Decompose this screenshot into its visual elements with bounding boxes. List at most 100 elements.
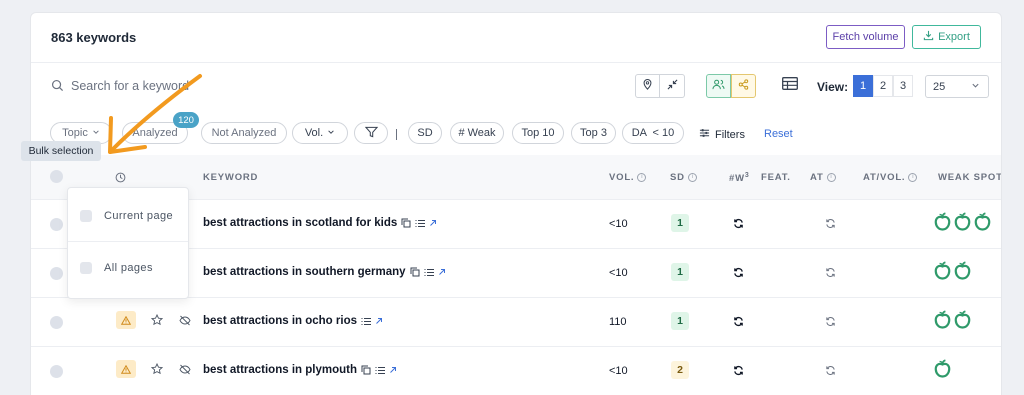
refresh-icon[interactable] — [825, 314, 836, 332]
da-filter[interactable]: DA < 10 — [622, 122, 684, 144]
external-link-icon[interactable] — [429, 219, 437, 227]
keywords-panel: 863 keywords Fetch volume Export Search … — [30, 12, 1002, 395]
copy-icon[interactable] — [401, 218, 411, 228]
collapse-button[interactable] — [660, 74, 685, 98]
table-row[interactable]: best attractions in plymouth <10 2 — [31, 346, 1001, 395]
weak-spots-cell — [934, 212, 991, 236]
filter-bar: Topic Analyzed 120 Not Analyzed Vol. SD … — [31, 111, 1001, 155]
top3-filter[interactable]: Top 3 — [571, 122, 616, 144]
volume-value: <10 — [609, 218, 628, 230]
refresh-icon[interactable] — [825, 265, 836, 283]
eye-off-icon[interactable] — [179, 313, 191, 331]
list-icon[interactable] — [375, 366, 385, 375]
list-icon[interactable] — [415, 219, 426, 228]
column-weak-spots-label: WEAK SPOTS — [938, 172, 1001, 183]
search-input[interactable] — [71, 75, 231, 97]
volume-filter-label: Vol. — [304, 127, 324, 139]
location-button[interactable] — [635, 74, 660, 98]
panel-header: 863 keywords Fetch volume Export — [31, 13, 1001, 63]
volume-value: <10 — [609, 267, 628, 279]
column-vol[interactable]: VOL. i — [609, 172, 647, 183]
select-all-checkbox[interactable] — [50, 170, 63, 183]
row-checkbox[interactable] — [50, 218, 63, 231]
volume-filter[interactable]: Vol. — [292, 122, 348, 144]
filters-label: Filters — [715, 128, 745, 141]
column-sd[interactable]: SD i — [670, 172, 697, 183]
column-weak-spots[interactable]: WEAK SPOTS — [938, 172, 1001, 183]
refresh-icon[interactable] — [733, 314, 744, 332]
external-link-icon[interactable] — [438, 268, 446, 276]
column-feat[interactable]: FEAT. — [761, 172, 791, 183]
table-icon — [781, 77, 798, 95]
view-page-2[interactable]: 2 — [873, 75, 893, 97]
sd-badge: 1 — [671, 263, 689, 281]
weak-spot-icon — [954, 212, 971, 236]
all-pages-checkbox[interactable] — [80, 262, 92, 274]
export-button[interactable]: Export — [912, 25, 981, 49]
column-w3[interactable]: #W3 — [729, 172, 750, 184]
refresh-icon[interactable] — [825, 216, 836, 234]
bulk-all-pages-option[interactable]: All pages — [68, 242, 188, 294]
weak-filter[interactable]: # Weak — [450, 122, 504, 144]
bulk-current-page-option[interactable]: Current page — [68, 190, 188, 242]
copy-icon[interactable] — [410, 267, 420, 277]
refresh-icon[interactable] — [733, 265, 744, 283]
external-link-icon[interactable] — [389, 366, 397, 374]
weak-spot-icon — [934, 261, 951, 285]
keyword-text[interactable]: best attractions in scotland for kids — [203, 217, 397, 229]
weak-spot-icon — [974, 212, 991, 236]
column-keyword[interactable]: KEYWORD — [203, 172, 258, 183]
star-icon[interactable] — [150, 313, 164, 331]
info-icon: i — [826, 173, 836, 182]
keyword-text[interactable]: best attractions in plymouth — [203, 364, 357, 376]
refresh-icon[interactable] — [733, 363, 744, 381]
not-analyzed-filter[interactable]: Not Analyzed — [201, 122, 287, 144]
column-at[interactable]: AT i — [810, 172, 836, 183]
star-icon[interactable] — [150, 362, 164, 380]
column-feat-label: FEAT. — [761, 172, 791, 183]
sd-badge: 1 — [671, 214, 689, 232]
weak-filter-label: # Weak — [458, 127, 496, 139]
weak-spots-cell — [934, 261, 971, 285]
keyword-text[interactable]: best attractions in southern germany — [203, 266, 406, 278]
sd-filter[interactable]: SD — [408, 122, 442, 144]
search-toolbar: View: 1 2 3 25 — [31, 63, 1001, 111]
column-at-vol[interactable]: AT/VOL. i — [863, 172, 918, 183]
topic-filter-label: Topic — [62, 127, 88, 139]
current-page-checkbox[interactable] — [80, 209, 92, 222]
row-checkbox[interactable] — [50, 267, 63, 280]
keyword-count-title: 863 keywords — [51, 30, 137, 45]
per-page-value: 25 — [933, 80, 946, 93]
list-icon[interactable] — [424, 268, 434, 277]
table-row[interactable]: best attractions in ocho rios 110 1 — [31, 297, 1001, 346]
reset-link[interactable]: Reset — [764, 128, 793, 140]
refresh-icon[interactable] — [825, 363, 836, 381]
clock-icon — [115, 170, 126, 188]
weak-spot-icon — [934, 212, 951, 236]
analyzed-filter-label: Analyzed — [132, 127, 178, 139]
copy-icon[interactable] — [361, 365, 371, 375]
external-link-icon[interactable] — [375, 317, 383, 325]
per-page-select[interactable]: 25 — [925, 75, 989, 98]
eye-off-icon[interactable] — [179, 362, 191, 380]
filters-button[interactable]: Filters — [699, 128, 745, 141]
weak-spot-icon — [954, 310, 971, 334]
top10-filter[interactable]: Top 10 — [512, 122, 564, 144]
fetch-volume-button[interactable]: Fetch volume — [826, 25, 905, 49]
row-checkbox[interactable] — [50, 316, 63, 329]
top10-filter-label: Top 10 — [521, 127, 555, 139]
funnel-filter-button[interactable] — [354, 122, 388, 144]
warning-icon — [116, 360, 136, 378]
keyword-text[interactable]: best attractions in ocho rios — [203, 315, 357, 327]
share-toggle[interactable] — [731, 74, 756, 98]
weak-spots-cell — [934, 310, 971, 334]
refresh-icon[interactable] — [733, 216, 744, 234]
competitors-toggle[interactable] — [706, 74, 731, 98]
list-icon[interactable] — [361, 317, 371, 326]
row-checkbox[interactable] — [50, 365, 63, 378]
keyword-cell: best attractions in ocho rios — [203, 315, 383, 327]
view-page-3[interactable]: 3 — [893, 75, 913, 97]
view-page-1[interactable]: 1 — [853, 75, 873, 97]
sliders-icon — [699, 128, 710, 141]
table-view-button[interactable] — [777, 74, 802, 98]
